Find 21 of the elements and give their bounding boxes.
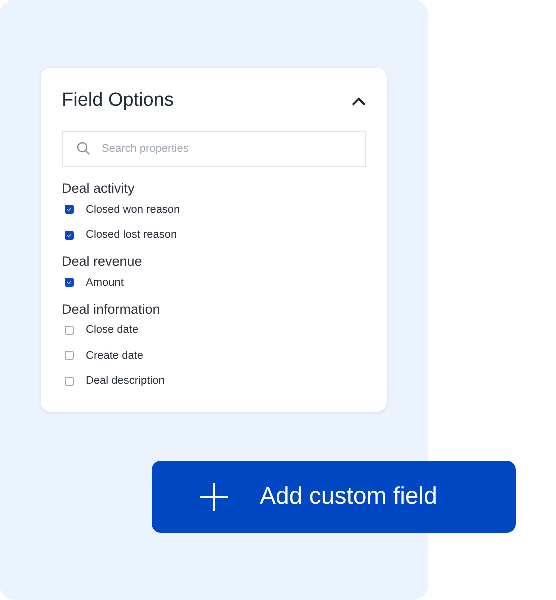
- checkbox[interactable]: [65, 326, 74, 335]
- plus-icon: [200, 483, 228, 511]
- group-heading: Deal activity: [62, 181, 136, 196]
- checkbox[interactable]: [65, 351, 74, 360]
- field-label: Closed won reason: [86, 204, 180, 216]
- checkbox[interactable]: [65, 376, 74, 386]
- checkbox[interactable]: [65, 230, 74, 240]
- checkbox[interactable]: [65, 278, 74, 288]
- add-custom-field-button[interactable]: Add custom field: [152, 461, 516, 533]
- checkbox[interactable]: [65, 205, 74, 214]
- search-icon: [77, 142, 90, 155]
- field-label: Create date: [86, 350, 144, 362]
- chevron-icon[interactable]: [352, 96, 366, 106]
- search-field[interactable]: Search properties: [62, 131, 366, 167]
- field-label: Closed lost reason: [86, 229, 178, 242]
- field-label: Deal description: [86, 375, 165, 388]
- group-heading: Deal revenue: [62, 254, 144, 269]
- card-title: Field Options: [62, 90, 174, 112]
- field-label: Close date: [86, 324, 139, 336]
- group-heading: Deal information: [62, 302, 162, 316]
- field-label: Amount: [86, 276, 124, 289]
